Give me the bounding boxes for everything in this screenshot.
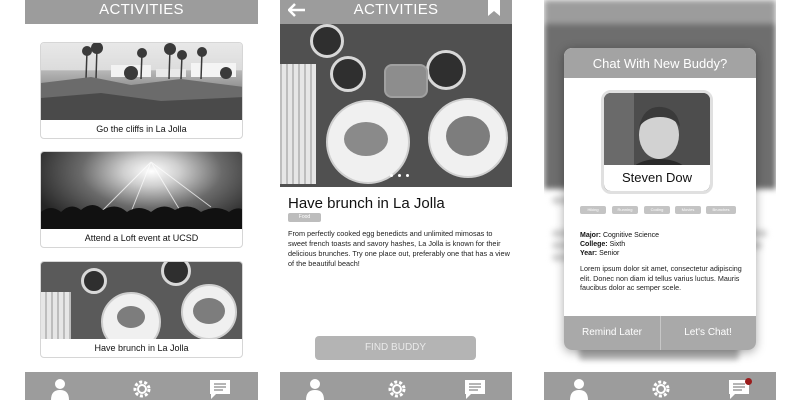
buddy-bio: Lorem ipsum dolor sit amet, consectetur … bbox=[580, 264, 742, 292]
remind-later-button[interactable]: Remind Later bbox=[564, 316, 660, 350]
buddy-info: Major: Cognitive Science College: Sixth … bbox=[580, 231, 659, 258]
notification-dot bbox=[745, 378, 752, 385]
gear-icon[interactable] bbox=[131, 378, 153, 400]
interest-tag: Running bbox=[612, 206, 638, 214]
major-value: Cognitive Science bbox=[602, 232, 659, 239]
modal-actions: Remind Later Let's Chat! bbox=[564, 316, 756, 350]
activity-title: Have brunch in La Jolla bbox=[288, 195, 445, 212]
activity-description: From perfectly cooked egg benedicts and … bbox=[288, 229, 510, 268]
concert-photo bbox=[41, 152, 242, 229]
activity-card-cliffs[interactable]: Go the cliffs in La Jolla bbox=[40, 42, 243, 139]
back-arrow-icon[interactable] bbox=[288, 3, 306, 17]
gear-icon[interactable] bbox=[650, 378, 672, 400]
chat-bubble-icon[interactable] bbox=[209, 378, 231, 400]
bottom-tab-bar bbox=[280, 372, 512, 400]
lets-chat-button[interactable]: Let's Chat! bbox=[660, 316, 756, 350]
bookmark-icon[interactable] bbox=[488, 0, 500, 16]
cliffs-photo bbox=[41, 43, 242, 120]
category-tag: Food bbox=[288, 213, 321, 222]
top-bar: ACTIVITIES bbox=[25, 0, 258, 24]
person-icon[interactable] bbox=[49, 378, 71, 400]
year-label: Year: bbox=[580, 250, 598, 257]
chat-bubble-icon[interactable] bbox=[464, 378, 486, 400]
activity-card-loft[interactable]: Attend a Loft event at UCSD bbox=[40, 151, 243, 248]
year-value: Senior bbox=[599, 250, 620, 257]
screen-title: ACTIVITIES bbox=[99, 1, 184, 18]
interest-tag: Hiking bbox=[580, 206, 606, 214]
person-icon[interactable] bbox=[568, 378, 590, 400]
activity-detail-screen: ACTIVITIES Have brunch in La Jolla Food … bbox=[280, 0, 512, 400]
screen-title: ACTIVITIES bbox=[353, 1, 439, 18]
gear-icon[interactable] bbox=[386, 378, 408, 400]
brunch-photo bbox=[41, 262, 242, 339]
interest-tag: Movies bbox=[675, 206, 701, 214]
college-label: College: bbox=[580, 241, 608, 248]
activities-list-screen: ACTIVITIES Go the cliffs in La Jolla Att… bbox=[25, 0, 258, 400]
bottom-tab-bar bbox=[25, 372, 258, 400]
chat-buddy-modal: Chat With New Buddy? Steven Dow Hiking R… bbox=[564, 48, 756, 350]
person-icon[interactable] bbox=[304, 378, 326, 400]
top-bar: ACTIVITIES bbox=[280, 0, 512, 24]
card-caption: Have brunch in La Jolla bbox=[94, 343, 189, 353]
buddy-name: Steven Dow bbox=[604, 165, 710, 191]
interest-tag: Coding bbox=[644, 206, 670, 214]
activity-hero-image bbox=[280, 24, 512, 187]
find-buddy-button[interactable]: FIND BUDDY bbox=[315, 336, 476, 360]
bottom-tab-bar bbox=[544, 372, 776, 400]
activity-card-brunch[interactable]: Have brunch in La Jolla bbox=[40, 261, 243, 358]
buddy-photo: Steven Dow bbox=[601, 90, 713, 194]
card-caption: Attend a Loft event at UCSD bbox=[84, 233, 199, 243]
interest-tag: Brunches bbox=[706, 206, 736, 214]
buddy-match-screen: Chat With New Buddy? Steven Dow Hiking R… bbox=[544, 0, 776, 400]
major-label: Major: bbox=[580, 232, 601, 239]
college-value: Sixth bbox=[609, 241, 626, 248]
card-caption: Go the cliffs in La Jolla bbox=[96, 124, 187, 134]
modal-title: Chat With New Buddy? bbox=[564, 48, 756, 78]
